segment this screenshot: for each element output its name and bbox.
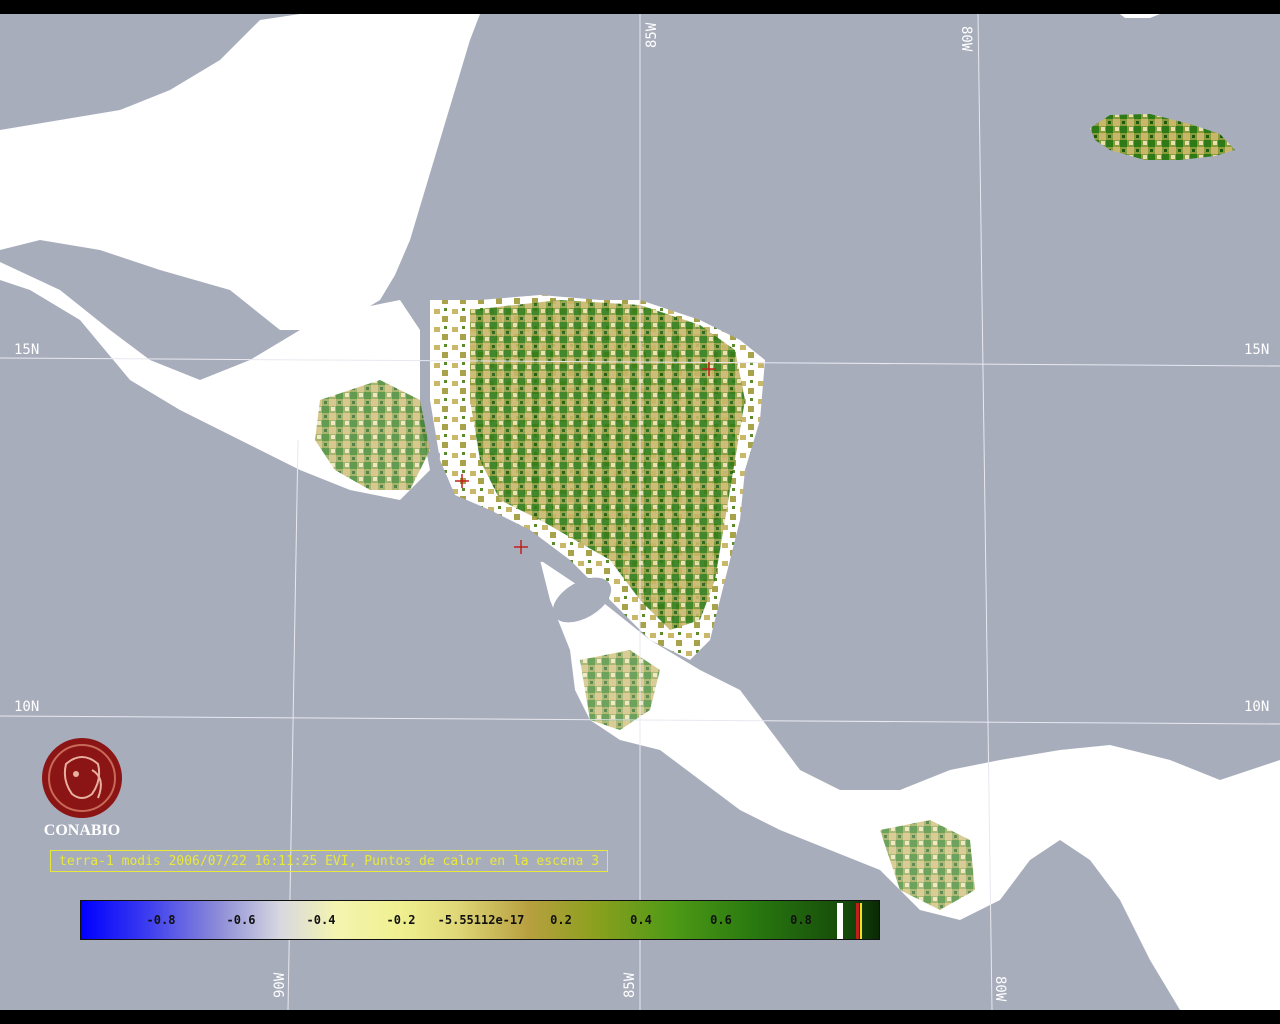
colorbar-tick: -0.2 (386, 913, 416, 927)
label-lat-10-right: 10N (1244, 699, 1269, 715)
lake-managua (528, 548, 552, 562)
logo-name: CONABIO (43, 822, 121, 839)
conabio-logo: CONABIO (36, 736, 128, 846)
label-lon-80-top: 80W (958, 26, 974, 52)
colorbar-tick: -0.8 (146, 913, 176, 927)
colorbar-marker-red (856, 903, 859, 939)
conabio-seal-icon (42, 738, 122, 818)
colorbar-tick: 0.6 (710, 913, 732, 927)
bottom-strip (0, 1010, 1280, 1024)
label-lon-85-bottom: 85W (622, 972, 638, 998)
label-lat-10-left: 10N (14, 699, 39, 715)
scene-caption: terra-1 modis 2006/07/22 16:11:25 EVI, P… (50, 850, 609, 872)
colorbar-tick: 0.8 (790, 913, 812, 927)
colorbar-tick: -0.4 (306, 913, 336, 927)
colorbar-tick: -0.6 (226, 913, 256, 927)
colorbar-tick: 0.4 (630, 913, 652, 927)
label-lon-85-top: 85W (644, 22, 660, 48)
colorbar-tick: -5.55112e-17 (437, 913, 525, 927)
top-strip (0, 0, 1280, 14)
label-lat-15-right: 15N (1244, 342, 1269, 358)
colorbar-marker-yellow (860, 903, 862, 939)
colorbar-marker-white (837, 903, 843, 939)
evi-colorbar: -0.8 -0.6 -0.4 -0.2 -5.55112e-17 0.2 0.4 0.6 0.8 (80, 900, 880, 940)
colorbar-tick: 0.2 (550, 913, 572, 927)
label-lon-80-bottom: 80W (992, 976, 1008, 1002)
label-lon-90-bottom: 90W (272, 972, 288, 998)
label-lat-15-left: 15N (14, 342, 39, 358)
